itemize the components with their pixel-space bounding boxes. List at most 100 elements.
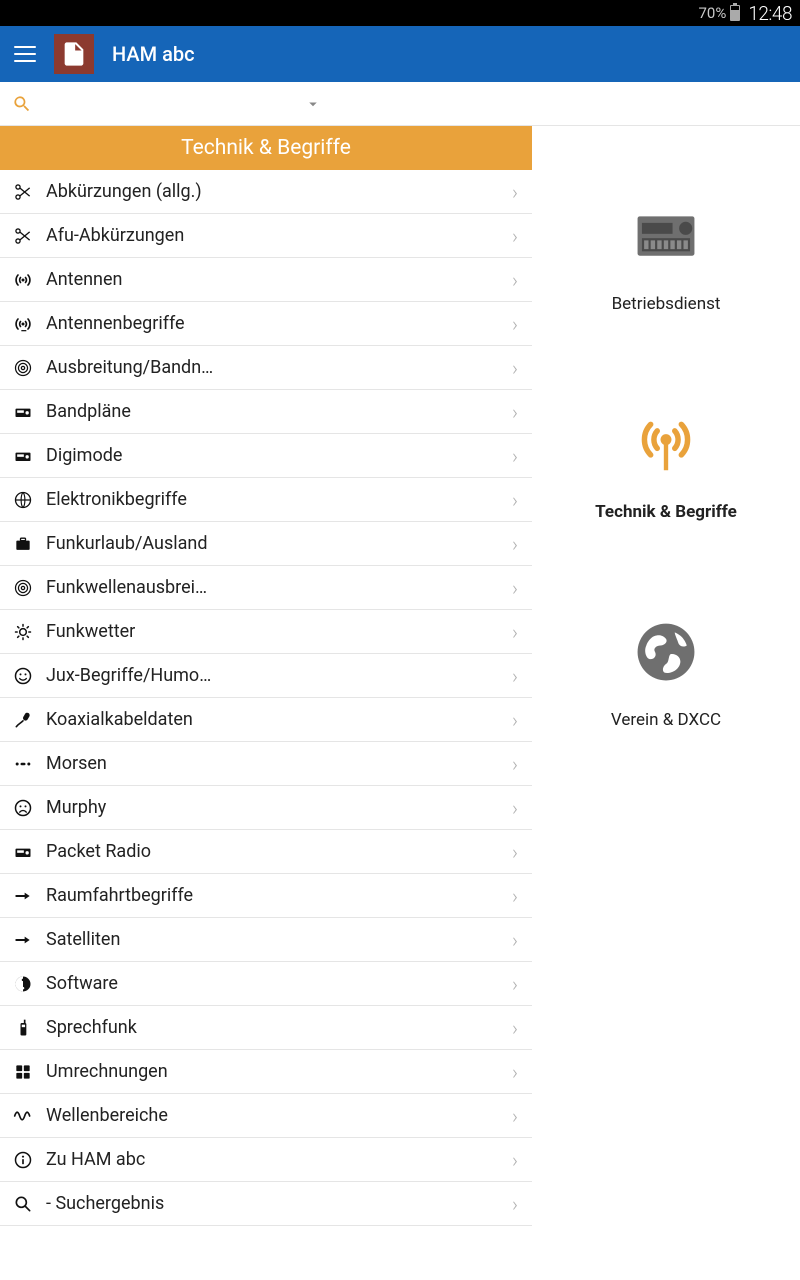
list-item-icon — [8, 1194, 38, 1214]
book-icon — [60, 40, 88, 68]
list-item[interactable]: Funkurlaub/Ausland› — [0, 522, 532, 566]
list-item[interactable]: Afu-Abkürzungen› — [0, 214, 532, 258]
side-panel: Betriebsdienst Technik & Begriffe Verein… — [532, 126, 800, 1280]
list-panel: Technik & Begriffe Abkürzungen (allg.)›A… — [0, 126, 532, 1280]
app-title: HAM abc — [112, 42, 195, 66]
list-item[interactable]: Morsen› — [0, 742, 532, 786]
list-item-label: Murphy — [46, 797, 512, 818]
chevron-right-icon: › — [512, 1104, 518, 1128]
globe-icon — [626, 612, 706, 692]
list-item[interactable]: Packet Radio› — [0, 830, 532, 874]
side-label: Verein & DXCC — [611, 710, 721, 730]
list-item-label: Zu HAM abc — [46, 1149, 512, 1170]
list-item[interactable]: Murphy› — [0, 786, 532, 830]
chevron-right-icon: › — [512, 268, 518, 292]
list-item[interactable]: Funkwetter› — [0, 610, 532, 654]
list-item-label: Funkwellenausbrei… — [46, 577, 512, 598]
chevron-right-icon: › — [512, 400, 518, 424]
chevron-right-icon: › — [512, 972, 518, 996]
list-item[interactable]: Wellenbereiche› — [0, 1094, 532, 1138]
list-item-icon — [8, 930, 38, 950]
category-header: Technik & Begriffe — [0, 126, 532, 170]
list-item-label: Antennenbegriffe — [46, 313, 512, 334]
list-item[interactable]: Zu HAM abc› — [0, 1138, 532, 1182]
list-item-icon — [8, 974, 38, 994]
list-item[interactable]: Antennenbegriffe› — [0, 302, 532, 346]
list-item-label: Bandpläne — [46, 401, 512, 422]
antenna-icon — [626, 404, 706, 484]
list-item-icon — [8, 446, 38, 466]
list-item-label: Umrechnungen — [46, 1061, 512, 1082]
chevron-right-icon: › — [512, 1148, 518, 1172]
dropdown-icon[interactable] — [304, 95, 322, 113]
chevron-right-icon: › — [512, 796, 518, 820]
list-item[interactable]: Sprechfunk› — [0, 1006, 532, 1050]
chevron-right-icon: › — [512, 752, 518, 776]
battery-percent: 70% — [698, 4, 726, 22]
list-item-label: Ausbreitung/Bandn… — [46, 357, 512, 378]
chevron-right-icon: › — [512, 444, 518, 468]
list-item-icon — [8, 666, 38, 686]
status-bar: 70% 12:48 — [0, 0, 800, 26]
app-bar: HAM abc — [0, 26, 800, 82]
side-item-verein[interactable]: Verein & DXCC — [611, 612, 721, 730]
chevron-right-icon: › — [512, 664, 518, 688]
list-item-label: Funkwetter — [46, 621, 512, 642]
list-item[interactable]: - Suchergebnis› — [0, 1182, 532, 1226]
list-item[interactable]: Satelliten› — [0, 918, 532, 962]
chevron-right-icon: › — [512, 356, 518, 380]
search-icon[interactable] — [12, 94, 32, 114]
list-item[interactable]: Koaxialkabeldaten› — [0, 698, 532, 742]
list-item[interactable]: Bandpläne› — [0, 390, 532, 434]
list-item-label: - Suchergebnis — [46, 1193, 512, 1214]
chevron-right-icon: › — [512, 884, 518, 908]
menu-button[interactable] — [14, 46, 36, 62]
status-clock: 12:48 — [748, 2, 792, 25]
app-logo — [54, 34, 94, 74]
list-item-icon — [8, 754, 38, 774]
search-input[interactable] — [44, 90, 294, 118]
chevron-right-icon: › — [512, 312, 518, 336]
chevron-right-icon: › — [512, 620, 518, 644]
list-item-icon — [8, 622, 38, 642]
list-item-icon — [8, 578, 38, 598]
list-item-icon — [8, 358, 38, 378]
chevron-right-icon: › — [512, 224, 518, 248]
list-item[interactable]: Elektronikbegriffe› — [0, 478, 532, 522]
side-item-betriebsdienst[interactable]: Betriebsdienst — [612, 196, 721, 314]
list-item-icon — [8, 798, 38, 818]
list-item-label: Sprechfunk — [46, 1017, 512, 1038]
main-content: Technik & Begriffe Abkürzungen (allg.)›A… — [0, 126, 800, 1280]
list-item-icon — [8, 886, 38, 906]
chevron-right-icon: › — [512, 1192, 518, 1216]
chevron-right-icon: › — [512, 708, 518, 732]
list-item[interactable]: Digimode› — [0, 434, 532, 478]
list-item[interactable]: Software› — [0, 962, 532, 1006]
battery-icon — [730, 5, 740, 21]
chevron-right-icon: › — [512, 1016, 518, 1040]
list-item-label: Abkürzungen (allg.) — [46, 181, 512, 202]
list-item[interactable]: Ausbreitung/Bandn…› — [0, 346, 532, 390]
list-item[interactable]: Raumfahrtbegriffe› — [0, 874, 532, 918]
list-item-icon — [8, 1106, 38, 1126]
list-item-icon — [8, 490, 38, 510]
chevron-right-icon: › — [512, 1060, 518, 1084]
list-item-icon — [8, 226, 38, 246]
side-item-technik[interactable]: Technik & Begriffe — [595, 404, 737, 522]
list-item[interactable]: Funkwellenausbrei…› — [0, 566, 532, 610]
list-item[interactable]: Jux-Begriffe/Humo…› — [0, 654, 532, 698]
list-item-label: Jux-Begriffe/Humo… — [46, 665, 512, 686]
list-item[interactable]: Antennen› — [0, 258, 532, 302]
chevron-right-icon: › — [512, 532, 518, 556]
chevron-right-icon: › — [512, 840, 518, 864]
list-item-icon — [8, 534, 38, 554]
chevron-right-icon: › — [512, 576, 518, 600]
list-item-label: Elektronikbegriffe — [46, 489, 512, 510]
list-item-icon — [8, 182, 38, 202]
list-item-label: Morsen — [46, 753, 512, 774]
list-item[interactable]: Umrechnungen› — [0, 1050, 532, 1094]
list-item-icon — [8, 1018, 38, 1038]
list-item[interactable]: Abkürzungen (allg.)› — [0, 170, 532, 214]
list-item-icon — [8, 710, 38, 730]
radio-icon — [626, 196, 706, 276]
